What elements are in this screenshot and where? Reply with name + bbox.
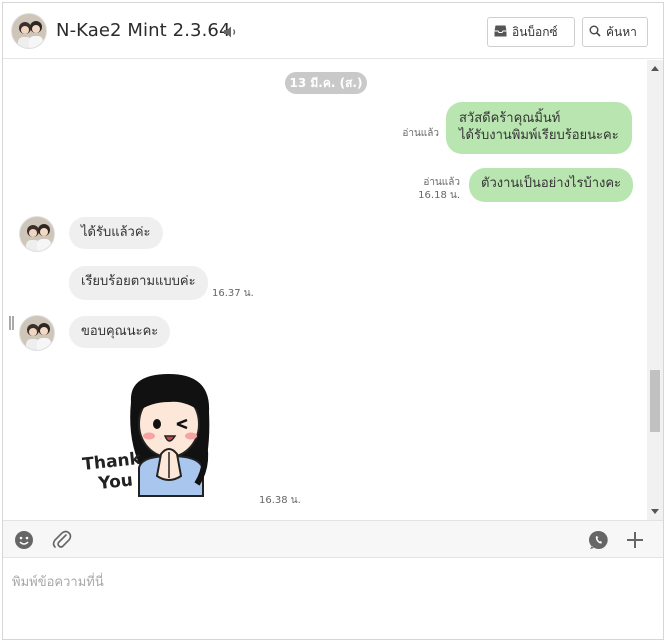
inbox-button-label: อินบ็อกซ์ [512,24,558,39]
speaker-icon[interactable] [223,24,239,38]
message-time: 16.37 น. [212,288,254,299]
sender-avatar[interactable] [19,315,55,351]
message-time: 16.18 น. [418,190,460,201]
message-bubble-incoming[interactable]: เรียบร้อยตามแบบค่ะ [69,266,208,300]
date-divider: 13 มี.ค. (ส.) [285,72,367,94]
message-input[interactable] [3,559,663,639]
message-bubble-incoming[interactable]: ได้รับแล้วค่ะ [69,217,163,249]
paperclip-icon[interactable] [51,529,73,551]
message-line: ตัวงานเป็นอย่างไรบ้างคะ [481,176,622,191]
sticker-text: You [96,470,133,494]
scrollbar-thumb[interactable] [650,370,660,432]
contact-avatar[interactable] [11,13,47,49]
composer-toolbar [3,520,663,558]
plus-icon[interactable] [624,529,646,551]
inbox-button[interactable]: อินบ็อกซ์ [487,17,575,47]
message-bubble-outgoing[interactable]: สวัสดีคร้าคุณมิ้นท์ ได้รับงานพิมพ์เรียบร… [446,102,632,154]
voice-call-icon[interactable] [588,529,610,551]
sender-avatar[interactable] [19,216,55,252]
inbox-icon [494,25,507,40]
scroll-up-arrow-icon[interactable] [651,66,659,71]
message-line: เรียบร้อยตามแบบค่ะ [81,274,196,289]
scroll-down-arrow-icon[interactable] [651,509,659,514]
drag-handle[interactable] [9,316,14,330]
thank-you-sticker[interactable]: Thank You [79,372,219,504]
message-composer [3,559,663,639]
scrollbar[interactable] [647,60,663,520]
message-line: ขอบคุณนะคะ [81,324,159,339]
message-line: ได้รับงานพิมพ์เรียบร้อยนะคะ [459,128,619,143]
chat-window: N-Kae2 Mint 2.3.64 อินบ็อกซ์ ค้นหา 13 มี… [2,2,664,640]
message-meta: อ่านแล้ว 16.18 น. [418,176,460,202]
message-line: สวัสดีคร้าคุณมิ้นท์ [459,111,561,126]
message-bubble-outgoing[interactable]: ตัวงานเป็นอย่างไรบ้างคะ [469,168,634,202]
contact-name: N-Kae2 Mint 2.3.64 [56,20,231,41]
emoji-icon[interactable] [13,529,35,551]
search-icon [589,25,601,40]
search-button[interactable]: ค้นหา [582,17,648,47]
read-status: อ่านแล้ว [423,177,460,188]
sticker-text: Thank [81,449,142,475]
search-button-label: ค้นหา [606,24,637,39]
message-time: 16.38 น. [259,495,301,506]
message-line: ได้รับแล้วค่ะ [81,225,151,240]
read-status: อ่านแล้ว [402,128,439,139]
message-list[interactable]: 13 มี.ค. (ส.) อ่านแล้ว สวัสดีคร้าคุณมิ้น… [3,60,663,520]
chat-header: N-Kae2 Mint 2.3.64 อินบ็อกซ์ ค้นหา [3,3,663,59]
message-bubble-incoming[interactable]: ขอบคุณนะคะ [69,316,171,348]
